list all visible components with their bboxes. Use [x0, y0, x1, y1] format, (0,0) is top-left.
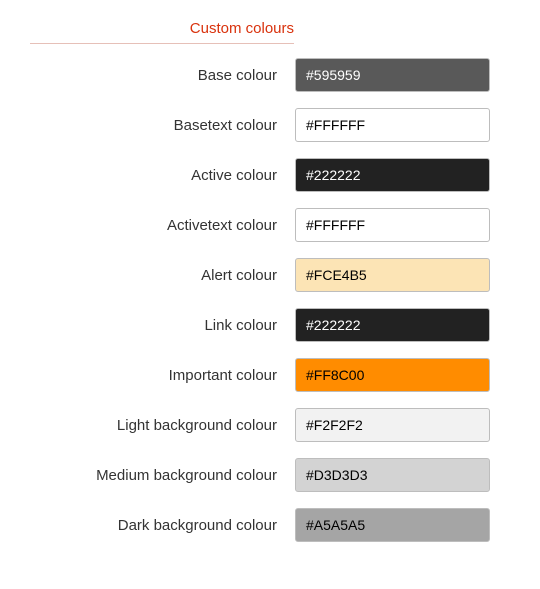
field-important-colour: Important colour #FF8C00 — [10, 358, 510, 392]
colour-input[interactable]: #595959 — [295, 58, 490, 92]
colour-value: #595959 — [306, 67, 361, 83]
colour-value: #A5A5A5 — [306, 517, 365, 533]
field-label: Important colour — [10, 367, 295, 384]
colour-input[interactable]: #FFFFFF — [295, 208, 490, 242]
field-label: Dark background colour — [10, 517, 295, 534]
field-light-background-colour: Light background colour #F2F2F2 — [10, 408, 510, 442]
colour-value: #F2F2F2 — [306, 417, 363, 433]
colour-value: #FFFFFF — [306, 217, 365, 233]
field-basetext-colour: Basetext colour #FFFFFF — [10, 108, 510, 142]
colour-input[interactable]: #222222 — [295, 158, 490, 192]
field-base-colour: Base colour #595959 — [10, 58, 510, 92]
colour-input[interactable]: #A5A5A5 — [295, 508, 490, 542]
field-label: Active colour — [10, 167, 295, 184]
colour-value: #222222 — [306, 167, 361, 183]
field-label: Light background colour — [10, 417, 295, 434]
colour-value: #FFFFFF — [306, 117, 365, 133]
field-label: Link colour — [10, 317, 295, 334]
field-medium-background-colour: Medium background colour #D3D3D3 — [10, 458, 510, 492]
field-active-colour: Active colour #222222 — [10, 158, 510, 192]
colour-input[interactable]: #F2F2F2 — [295, 408, 490, 442]
colour-rows: Base colour #595959 Basetext colour #FFF… — [10, 58, 510, 542]
colour-value: #FF8C00 — [306, 367, 364, 383]
field-label: Base colour — [10, 67, 295, 84]
colour-value: #222222 — [306, 317, 361, 333]
field-label: Basetext colour — [10, 117, 295, 134]
field-alert-colour: Alert colour #FCE4B5 — [10, 258, 510, 292]
field-label: Activetext colour — [10, 217, 295, 234]
colour-value: #FCE4B5 — [306, 267, 367, 283]
colour-value: #D3D3D3 — [306, 467, 367, 483]
section-title: Custom colours — [30, 20, 294, 44]
field-label: Alert colour — [10, 267, 295, 284]
field-activetext-colour: Activetext colour #FFFFFF — [10, 208, 510, 242]
field-label: Medium background colour — [10, 467, 295, 484]
colour-input[interactable]: #FF8C00 — [295, 358, 490, 392]
colour-input[interactable]: #D3D3D3 — [295, 458, 490, 492]
field-link-colour: Link colour #222222 — [10, 308, 510, 342]
colour-input[interactable]: #222222 — [295, 308, 490, 342]
field-dark-background-colour: Dark background colour #A5A5A5 — [10, 508, 510, 542]
colour-input[interactable]: #FFFFFF — [295, 108, 490, 142]
colour-input[interactable]: #FCE4B5 — [295, 258, 490, 292]
